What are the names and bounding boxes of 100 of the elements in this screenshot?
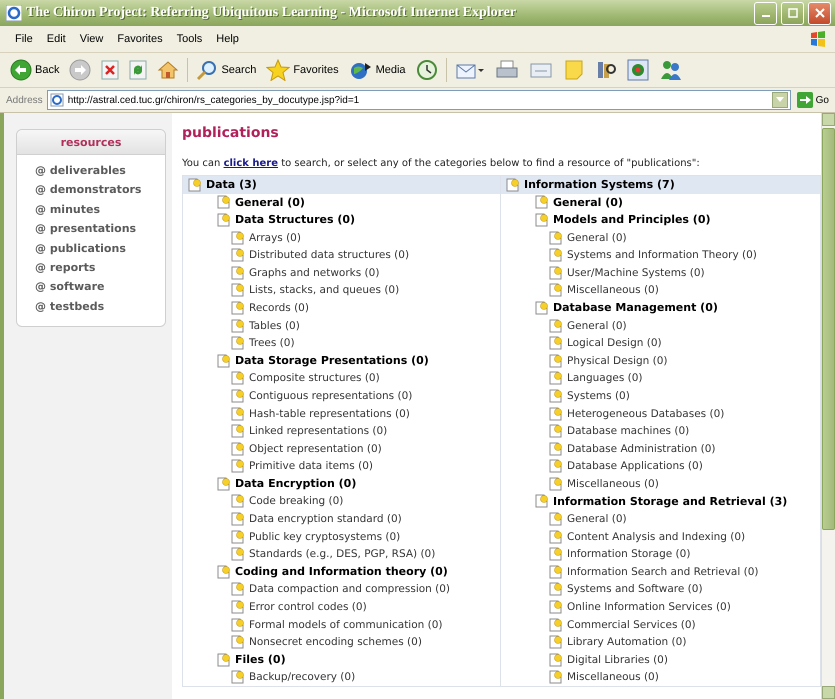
menu-item[interactable]: Tools xyxy=(170,31,210,47)
category-link[interactable]: Tables (0) xyxy=(183,316,500,334)
category-link[interactable]: Object representation (0) xyxy=(183,440,500,458)
close-button[interactable] xyxy=(808,2,831,24)
sidebar-link[interactable]: @ minutes xyxy=(17,200,165,220)
maximize-button[interactable] xyxy=(781,2,804,24)
toolbar-button[interactable]: Media xyxy=(346,57,408,83)
category-link[interactable]: Online Information Services (0) xyxy=(501,598,820,616)
category-link[interactable]: User/Machine Systems (0) xyxy=(501,264,820,282)
go-button[interactable]: Go xyxy=(794,92,831,108)
browser-icon xyxy=(6,5,22,21)
page-icon xyxy=(549,600,563,614)
category-link[interactable]: Database machines (0) xyxy=(501,422,820,440)
scrollbar[interactable] xyxy=(821,113,835,699)
menu-item[interactable]: Help xyxy=(209,31,246,47)
category-link[interactable]: Files (0) xyxy=(183,651,500,669)
category-link[interactable]: Languages (0) xyxy=(501,370,820,388)
category-link[interactable]: Information Storage and Retrieval (3) xyxy=(501,492,820,510)
sidebar-link[interactable]: @ publications xyxy=(17,238,165,258)
sidebar-link[interactable]: @ presentations xyxy=(17,219,165,239)
category-link[interactable]: Digital Libraries (0) xyxy=(501,651,820,669)
category-link[interactable]: Database Management (0) xyxy=(501,299,820,317)
page-icon xyxy=(549,318,563,333)
menu-item[interactable]: Favorites xyxy=(110,31,170,47)
menu-item[interactable]: File xyxy=(8,31,40,47)
category-link[interactable]: Coding and Information theory (0) xyxy=(183,563,500,581)
category-link[interactable]: Information Storage (0) xyxy=(501,545,820,564)
category-link[interactable]: Data Structures (0) xyxy=(183,211,500,229)
page-icon xyxy=(549,354,563,368)
category-link[interactable]: Commercial Services (0) xyxy=(501,616,820,634)
sidebar-link[interactable]: @ reports xyxy=(17,258,165,278)
category-link[interactable]: Distributed data structures (0) xyxy=(183,246,500,264)
category-link[interactable]: Trees (0) xyxy=(183,334,500,352)
forward-icon xyxy=(69,59,92,81)
minimize-button[interactable] xyxy=(754,2,777,24)
category-link[interactable]: Heterogeneous Databases (0) xyxy=(501,404,820,422)
note-icon xyxy=(562,59,585,81)
window-title: The Chiron Project: Referring Ubiquitous Learning - Microsoft Internet Explorer xyxy=(26,5,518,21)
menu-item[interactable]: View xyxy=(72,31,110,47)
category-link[interactable]: Hash-table representations (0) xyxy=(183,404,500,422)
page-icon xyxy=(50,93,64,107)
category-link[interactable]: Data (3) xyxy=(183,176,500,194)
category-link[interactable]: Standards (e.g., DES, PGP, RSA) (0) xyxy=(183,545,500,564)
toolbar-button[interactable]: Favorites xyxy=(264,57,341,83)
category-link[interactable]: Content Analysis and Indexing (0) xyxy=(501,528,820,546)
category-link[interactable]: Models and Principles (0) xyxy=(501,211,820,229)
home-icon xyxy=(157,59,180,81)
category-link[interactable]: Formal models of communication (0) xyxy=(183,616,500,634)
toolbar-button[interactable]: Back xyxy=(8,57,62,83)
toolbar-button[interactable]: Search xyxy=(194,57,258,83)
category-link[interactable]: Systems and Information Theory (0) xyxy=(501,246,820,264)
category-link[interactable]: Database Administration (0) xyxy=(501,440,820,458)
sidebar-link[interactable]: @ demonstrators xyxy=(17,180,165,200)
category-link[interactable]: General (0) xyxy=(183,194,500,212)
page-icon xyxy=(549,618,563,632)
panel-title: resources xyxy=(17,130,165,155)
category-link[interactable]: Composite structures (0) xyxy=(183,370,500,388)
category-link[interactable]: General (0) xyxy=(501,510,820,528)
category-link[interactable]: Information Systems (7) xyxy=(501,176,820,194)
page-icon xyxy=(231,530,245,544)
category-link[interactable]: Systems and Software (0) xyxy=(501,580,820,598)
dropdown-button[interactable] xyxy=(772,92,788,108)
category-link[interactable]: Physical Design (0) xyxy=(501,352,820,370)
category-link[interactable]: Arrays (0) xyxy=(183,228,500,246)
category-link[interactable]: Data Encryption (0) xyxy=(183,475,500,493)
page-icon xyxy=(549,512,563,526)
category-link[interactable]: Miscellaneous (0) xyxy=(501,668,820,686)
category-link[interactable]: Public key cryptosystems (0) xyxy=(183,528,500,546)
category-link[interactable]: Backup/recovery (0) xyxy=(183,668,500,686)
category-link[interactable]: Contiguous representations (0) xyxy=(183,387,500,405)
category-link[interactable]: General (0) xyxy=(501,228,820,246)
category-link[interactable]: Systems (0) xyxy=(501,387,820,405)
category-link[interactable]: Data compaction and compression (0) xyxy=(183,580,500,598)
category-link[interactable]: Nonsecret encoding schemes (0) xyxy=(183,633,500,652)
category-link[interactable]: Data Storage Presentations (0) xyxy=(183,352,500,370)
page-icon xyxy=(549,582,563,596)
category-link[interactable]: Database Applications (0) xyxy=(501,458,820,476)
category-link[interactable]: Library Automation (0) xyxy=(501,633,820,652)
page-icon xyxy=(535,494,549,508)
category-link[interactable]: Code breaking (0) xyxy=(183,492,500,510)
category-link[interactable]: Lists, stacks, and queues (0) xyxy=(183,282,500,300)
category-link[interactable]: Graphs and networks (0) xyxy=(183,264,500,282)
menu-item[interactable]: Edit xyxy=(40,31,73,47)
category-link[interactable]: Miscellaneous (0) xyxy=(501,282,820,300)
category-link[interactable]: General (0) xyxy=(501,194,820,212)
category-link[interactable]: Miscellaneous (0) xyxy=(501,475,820,493)
category-link[interactable]: Records (0) xyxy=(183,299,500,317)
page-icon xyxy=(549,652,563,667)
category-link[interactable]: Error control codes (0) xyxy=(183,598,500,616)
sidebar-link[interactable]: @ testbeds xyxy=(17,296,165,316)
category-link[interactable]: General (0) xyxy=(501,316,820,334)
sidebar-link[interactable]: @ software xyxy=(17,277,165,297)
page-icon xyxy=(549,459,563,474)
category-link[interactable]: Information Search and Retrieval (0) xyxy=(501,563,820,581)
sidebar-link[interactable]: @ deliverables xyxy=(17,161,165,180)
search-link[interactable]: click here xyxy=(224,158,278,169)
category-link[interactable]: Linked representations (0) xyxy=(183,422,500,440)
category-link[interactable]: Primitive data items (0) xyxy=(183,458,500,476)
category-link[interactable]: Logical Design (0) xyxy=(501,334,820,352)
category-link[interactable]: Data encryption standard (0) xyxy=(183,510,500,528)
